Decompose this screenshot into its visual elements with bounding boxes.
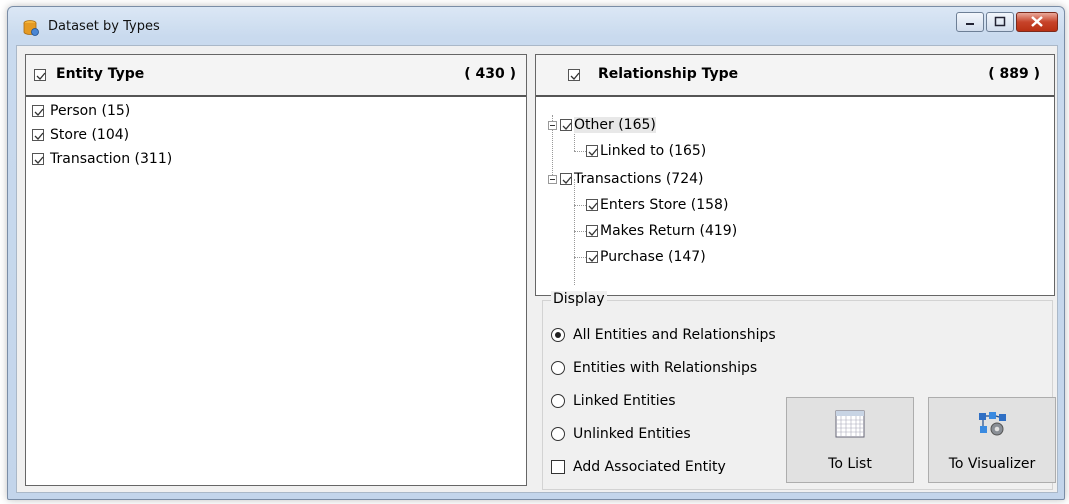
- other-checkbox[interactable]: [560, 119, 572, 131]
- radio-label: Linked Entities: [573, 393, 676, 409]
- database-icon: [22, 19, 40, 37]
- collapse-transactions-icon[interactable]: [548, 175, 557, 184]
- radio-all-entities[interactable]: All Entities and Relationships: [551, 323, 776, 347]
- client-area: Entity Type ( 430 ) Person (15) Store (1…: [16, 45, 1058, 493]
- checkbox-label: Add Associated Entity: [573, 459, 726, 475]
- close-button[interactable]: [1016, 12, 1058, 32]
- radio-unlinked-entities-indicator[interactable]: [551, 427, 565, 441]
- entity-type-header-checkbox[interactable]: [34, 69, 46, 81]
- add-associated-entity[interactable]: Add Associated Entity: [551, 455, 726, 479]
- tree-line: [574, 257, 586, 258]
- maximize-icon: [994, 16, 1006, 27]
- collapse-other-icon[interactable]: [548, 121, 557, 130]
- relationship-type-header: Relationship Type ( 889 ): [536, 55, 1054, 97]
- radio-label: Unlinked Entities: [573, 426, 691, 442]
- list-item-store[interactable]: Store (104): [32, 123, 129, 147]
- display-group: Display All Entities and Relationships E…: [542, 291, 1056, 490]
- radio-entities-with-relationships[interactable]: Entities with Relationships: [551, 356, 757, 380]
- makes-return-checkbox[interactable]: [586, 225, 598, 237]
- to-visualizer-label: To Visualizer: [948, 456, 1036, 472]
- relationship-type-panel: Relationship Type ( 889 ) Other (165) Li…: [535, 54, 1055, 296]
- list-item-label: Store (104): [50, 127, 130, 143]
- radio-label: Entities with Relationships: [573, 360, 758, 376]
- tree-node-label: Other (165): [574, 117, 656, 133]
- close-icon: [1031, 16, 1043, 27]
- radio-linked-entities-indicator[interactable]: [551, 394, 565, 408]
- tree-node-makes-return[interactable]: Makes Return (419): [586, 218, 737, 244]
- relationship-type-header-checkbox[interactable]: [568, 69, 580, 81]
- tree-node-purchase[interactable]: Purchase (147): [586, 244, 706, 270]
- to-list-label: To List: [828, 456, 872, 472]
- entity-type-header: Entity Type ( 430 ): [26, 55, 526, 97]
- dataset-window: Dataset by Types Entity Type ( 430 ) Per…: [7, 6, 1065, 500]
- radio-unlinked-entities[interactable]: Unlinked Entities: [551, 422, 691, 446]
- tree-line: [574, 205, 586, 206]
- tree-node-label: Makes Return (419): [600, 223, 738, 239]
- list-item-label: Transaction (311): [50, 151, 173, 167]
- tree-line: [574, 151, 586, 152]
- tree-line: [574, 179, 575, 285]
- tree-node-enters-store[interactable]: Enters Store (158): [586, 192, 728, 218]
- tree-node-transactions[interactable]: Transactions (724): [560, 166, 703, 192]
- entity-type-header-label: Entity Type: [56, 66, 145, 82]
- tree-node-other[interactable]: Other (165): [560, 112, 656, 138]
- add-associated-entity-checkbox[interactable]: [551, 460, 565, 474]
- list-item-transaction[interactable]: Transaction (311): [32, 147, 172, 171]
- to-list-button[interactable]: To List: [786, 397, 914, 483]
- person-checkbox[interactable]: [32, 105, 44, 117]
- relationship-count: ( 889 ): [988, 66, 1040, 82]
- radio-linked-entities[interactable]: Linked Entities: [551, 389, 676, 413]
- tree-node-label: Enters Store (158): [600, 197, 729, 213]
- network-gear-icon: [977, 410, 1007, 442]
- purchase-checkbox[interactable]: [586, 251, 598, 263]
- relationship-type-header-label: Relationship Type: [598, 66, 739, 82]
- window-title: Dataset by Types: [48, 19, 160, 34]
- grid-list-icon: [835, 410, 865, 442]
- tree-node-label: Transactions (724): [574, 171, 704, 187]
- tree-line: [574, 231, 586, 232]
- tree-node-label: Linked to (165): [600, 143, 707, 159]
- to-visualizer-button[interactable]: To Visualizer: [928, 397, 1056, 483]
- display-legend: Display: [551, 291, 607, 307]
- maximize-button[interactable]: [986, 12, 1014, 32]
- tree-node-linked-to[interactable]: Linked to (165): [586, 138, 706, 164]
- radio-label: All Entities and Relationships: [573, 327, 776, 343]
- radio-all-entities-indicator[interactable]: [551, 328, 565, 342]
- list-item-label: Person (15): [50, 103, 131, 119]
- title-bar[interactable]: Dataset by Types: [8, 7, 1064, 45]
- entity-type-panel: Entity Type ( 430 ) Person (15) Store (1…: [25, 54, 527, 486]
- enters-store-checkbox[interactable]: [586, 199, 598, 211]
- tree-node-label: Purchase (147): [600, 249, 706, 265]
- radio-entities-with-relationships-indicator[interactable]: [551, 361, 565, 375]
- list-item-person[interactable]: Person (15): [32, 99, 130, 123]
- transaction-checkbox[interactable]: [32, 153, 44, 165]
- entity-count: ( 430 ): [464, 66, 516, 82]
- minimize-icon: [966, 23, 974, 25]
- linked-to-checkbox[interactable]: [586, 145, 598, 157]
- transactions-checkbox[interactable]: [560, 173, 572, 185]
- store-checkbox[interactable]: [32, 129, 44, 141]
- minimize-button[interactable]: [956, 12, 984, 32]
